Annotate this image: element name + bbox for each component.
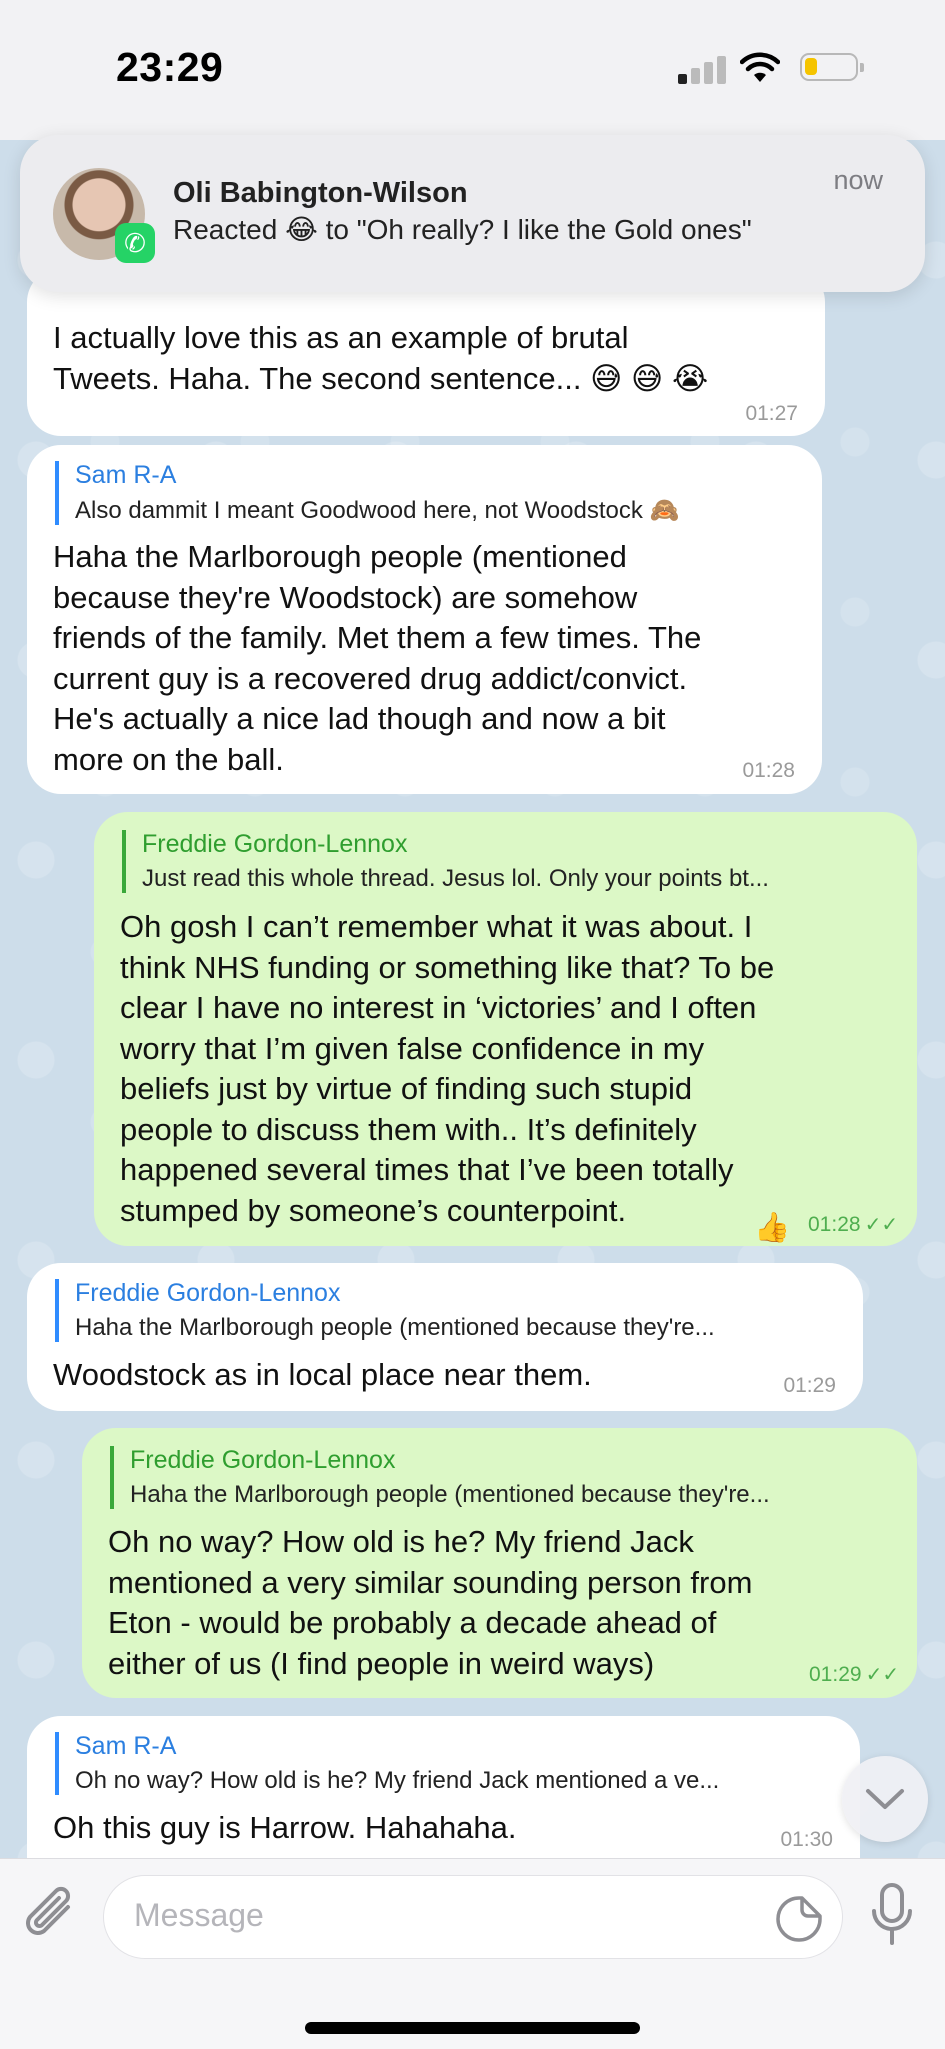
wifi-icon — [740, 52, 780, 82]
message-bubble-outgoing[interactable]: Freddie Gordon-Lennox Just read this who… — [94, 812, 917, 1246]
reply-snippet: Haha the Marlborough people (mentioned b… — [75, 1314, 715, 1341]
whatsapp-icon: ✆ — [115, 223, 155, 263]
reaction-thumbs-up[interactable]: 👍 — [754, 1211, 790, 1245]
reply-preview[interactable]: Freddie Gordon-Lennox Haha the Marlborou… — [110, 1446, 910, 1509]
message-text: Oh gosh I can’t remember what it was abo… — [120, 909, 775, 1228]
message-time: 01:28 — [742, 759, 795, 782]
message-input-container[interactable] — [103, 1875, 843, 1959]
chevron-down-icon — [866, 1789, 904, 1809]
composer-bar — [0, 1858, 945, 2049]
scroll-to-bottom-button[interactable] — [842, 1756, 928, 1842]
message-text: Woodstock as in local place near them. — [53, 1357, 592, 1392]
reply-preview[interactable]: Freddie Gordon-Lennox Just read this who… — [122, 830, 912, 893]
message-time: 01:29 — [783, 1374, 836, 1397]
message-text: I actually love this as an example of br… — [53, 320, 709, 396]
message-bubble-outgoing[interactable]: Freddie Gordon-Lennox Haha the Marlborou… — [82, 1428, 917, 1698]
notification-time: now — [833, 165, 883, 195]
message-bubble-incoming[interactable]: Freddie Gordon-Lennox Haha the Marlborou… — [27, 1263, 863, 1411]
notification-message: Reacted 😂 to "Oh really? I like the Gold… — [173, 214, 752, 245]
reply-snippet: Haha the Marlborough people (mentioned b… — [130, 1481, 770, 1508]
paperclip-icon[interactable] — [24, 1885, 80, 1947]
sticker-icon[interactable] — [774, 1894, 824, 1944]
message-text: Haha the Marlborough people (mentioned b… — [53, 539, 702, 777]
read-receipt-icon: ✓✓ — [864, 1214, 899, 1236]
reply-author: Freddie Gordon-Lennox — [142, 830, 408, 858]
push-notification[interactable]: ✆ Oli Babington-Wilson Reacted 😂 to "Oh … — [20, 135, 925, 292]
cellular-signal-icon — [678, 54, 728, 84]
reply-author: Freddie Gordon-Lennox — [75, 1279, 341, 1307]
reply-snippet: Also dammit I meant Goodwood here, not W… — [75, 497, 680, 524]
microphone-icon[interactable] — [868, 1881, 916, 1949]
message-time: 01:27 — [745, 402, 798, 425]
reply-author: Sam R-A — [75, 1732, 177, 1760]
status-time: 23:29 — [116, 44, 224, 90]
status-bar: 23:29 — [0, 0, 945, 140]
message-time: 01:30 — [780, 1828, 833, 1851]
reply-preview[interactable]: Sam R-A Also dammit I meant Goodwood her… — [55, 461, 805, 525]
reply-author: Freddie Gordon-Lennox — [130, 1446, 396, 1474]
reply-author: Sam R-A — [75, 461, 177, 489]
reply-snippet: Just read this whole thread. Jesus lol. … — [142, 865, 769, 892]
message-bubble-incoming[interactable]: I actually love this as an example of br… — [27, 268, 825, 436]
home-indicator[interactable] — [305, 2022, 640, 2034]
reply-preview[interactable]: Freddie Gordon-Lennox Haha the Marlborou… — [55, 1279, 855, 1342]
message-input[interactable] — [132, 1896, 736, 1935]
message-bubble-incoming[interactable]: Sam R-A Also dammit I meant Goodwood her… — [27, 445, 822, 794]
battery-icon — [800, 53, 864, 81]
message-text: Oh no way? How old is he? My friend Jack… — [108, 1524, 753, 1681]
reply-snippet: Oh no way? How old is he? My friend Jack… — [75, 1767, 720, 1794]
notification-sender: Oli Babington-Wilson — [173, 177, 468, 209]
message-text: Oh this guy is Harrow. Hahahaha. — [53, 1810, 517, 1845]
reply-preview[interactable]: Sam R-A Oh no way? How old is he? My fri… — [55, 1732, 855, 1795]
message-bubble-incoming[interactable]: Sam R-A Oh no way? How old is he? My fri… — [27, 1716, 860, 1858]
read-receipt-icon: ✓✓ — [865, 1664, 900, 1686]
message-time: 01:29 ✓✓ — [809, 1663, 900, 1686]
message-time: 01:28 ✓✓ — [808, 1213, 899, 1236]
